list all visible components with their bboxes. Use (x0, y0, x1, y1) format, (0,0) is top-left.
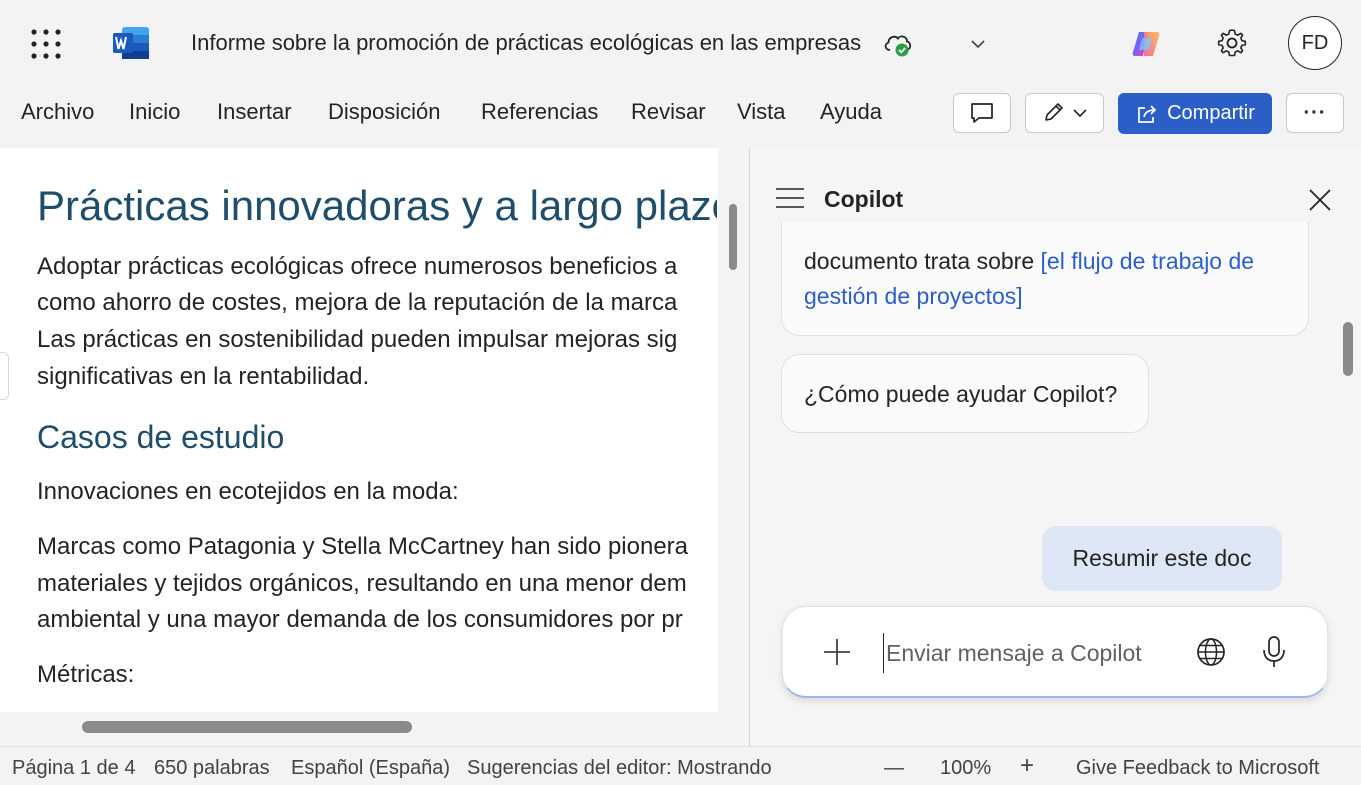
word-count[interactable]: 650 palabras (154, 757, 270, 780)
chevron-down-icon[interactable] (968, 34, 988, 54)
plus-icon[interactable] (820, 635, 854, 669)
copilot-response-line: documento trata sobre [el flujo de traba… (804, 248, 1254, 275)
zoom-in-button[interactable]: + (1020, 752, 1034, 780)
menu-archivo[interactable]: Archivo (21, 99, 94, 125)
microphone-icon[interactable] (1260, 635, 1288, 669)
navigation-pane-handle[interactable] (0, 352, 9, 400)
share-label: Compartir (1167, 102, 1255, 124)
share-button[interactable]: Compartir (1118, 93, 1272, 134)
hamburger-menu-icon[interactable] (775, 185, 805, 211)
document-paragraph-line[interactable]: materiales y tejidos orgánicos, resultan… (37, 570, 717, 598)
chevron-down-icon (1072, 109, 1087, 118)
page-count[interactable]: Página 1 de 4 (12, 757, 135, 780)
user-message-bubble: Resumir este doc (1042, 526, 1282, 591)
more-options-label: ··· (1303, 101, 1327, 124)
gear-icon[interactable] (1216, 27, 1248, 59)
document-paragraph-line[interactable]: como ahorro de costes, mejora de la repu… (37, 289, 717, 317)
document-title[interactable]: Informe sobre la promoción de prácticas … (191, 30, 861, 56)
copilot-response-bubble: documento trata sobre [el flujo de traba… (781, 222, 1309, 336)
close-icon[interactable] (1306, 186, 1334, 214)
document-paragraph[interactable]: Innovaciones en ecotejidos en la moda: (37, 478, 717, 506)
share-icon (1138, 104, 1157, 123)
user-message-text: Resumir este doc (1072, 545, 1252, 571)
zoom-out-button[interactable]: — (884, 757, 904, 780)
document-paragraph-line[interactable]: Adoptar prácticas ecológicas ofrece nume… (37, 253, 717, 281)
document-paragraph-line[interactable]: Las prácticas en sostenibilidad pueden i… (37, 326, 717, 354)
document-heading-1[interactable]: Prácticas innovadoras y a largo plazo. (37, 182, 717, 230)
citation-link[interactable]: gestión de proyectos] (804, 283, 1023, 310)
document-paragraph-line[interactable]: ambiental y una mayor demanda de los con… (37, 606, 717, 634)
globe-icon[interactable] (1195, 636, 1227, 668)
more-options-button[interactable]: ··· (1286, 93, 1344, 133)
menu-referencias[interactable]: Referencias (481, 99, 598, 125)
copilot-title: Copilot (824, 186, 904, 212)
feedback-link[interactable]: Give Feedback to Microsoft (1076, 757, 1319, 780)
cloud-saved-icon[interactable] (882, 30, 914, 58)
document-vertical-scrollbar[interactable] (729, 204, 737, 270)
document-paragraph-line[interactable]: Marcas como Patagonia y Stella McCartney… (37, 533, 717, 561)
zoom-level[interactable]: 100% (940, 757, 991, 780)
editor-suggestions[interactable]: Sugerencias del editor: Mostrando (467, 757, 772, 780)
comments-button[interactable] (953, 93, 1011, 133)
menu-disposicion[interactable]: Disposición (328, 99, 441, 125)
copilot-logo-icon[interactable] (1130, 28, 1162, 60)
menu-vista[interactable]: Vista (737, 99, 786, 125)
apps-grid-icon[interactable] (30, 28, 62, 60)
copilot-response-text: documento trata sobre (804, 248, 1041, 274)
menu-insertar[interactable]: Insertar (217, 99, 292, 125)
language-indicator[interactable]: Español (España) (291, 757, 450, 780)
menu-ayuda[interactable]: Ayuda (820, 99, 882, 125)
copilot-message-bubble: ¿Cómo puede ayudar Copilot? (781, 354, 1149, 433)
pencil-icon (1044, 103, 1063, 121)
document-heading-2[interactable]: Casos de estudio (37, 419, 284, 456)
copilot-scrollbar[interactable] (1343, 322, 1353, 376)
document-horizontal-scrollbar[interactable] (82, 721, 412, 733)
avatar[interactable]: FD (1288, 16, 1342, 70)
menu-inicio[interactable]: Inicio (129, 99, 180, 125)
copilot-message-text: ¿Cómo puede ayudar Copilot? (804, 381, 1118, 407)
copilot-message-input[interactable] (883, 633, 1176, 673)
document-paragraph[interactable]: Métricas: (37, 661, 717, 689)
document-paragraph-line[interactable]: significativas en la rentabilidad. (37, 363, 717, 391)
citation-link[interactable]: [el flujo de trabajo de (1041, 248, 1255, 274)
avatar-initials: FD (1301, 31, 1329, 54)
menu-revisar[interactable]: Revisar (631, 99, 706, 125)
word-app-icon (113, 27, 149, 59)
editing-mode-button[interactable] (1025, 93, 1104, 133)
comment-icon (971, 103, 993, 123)
